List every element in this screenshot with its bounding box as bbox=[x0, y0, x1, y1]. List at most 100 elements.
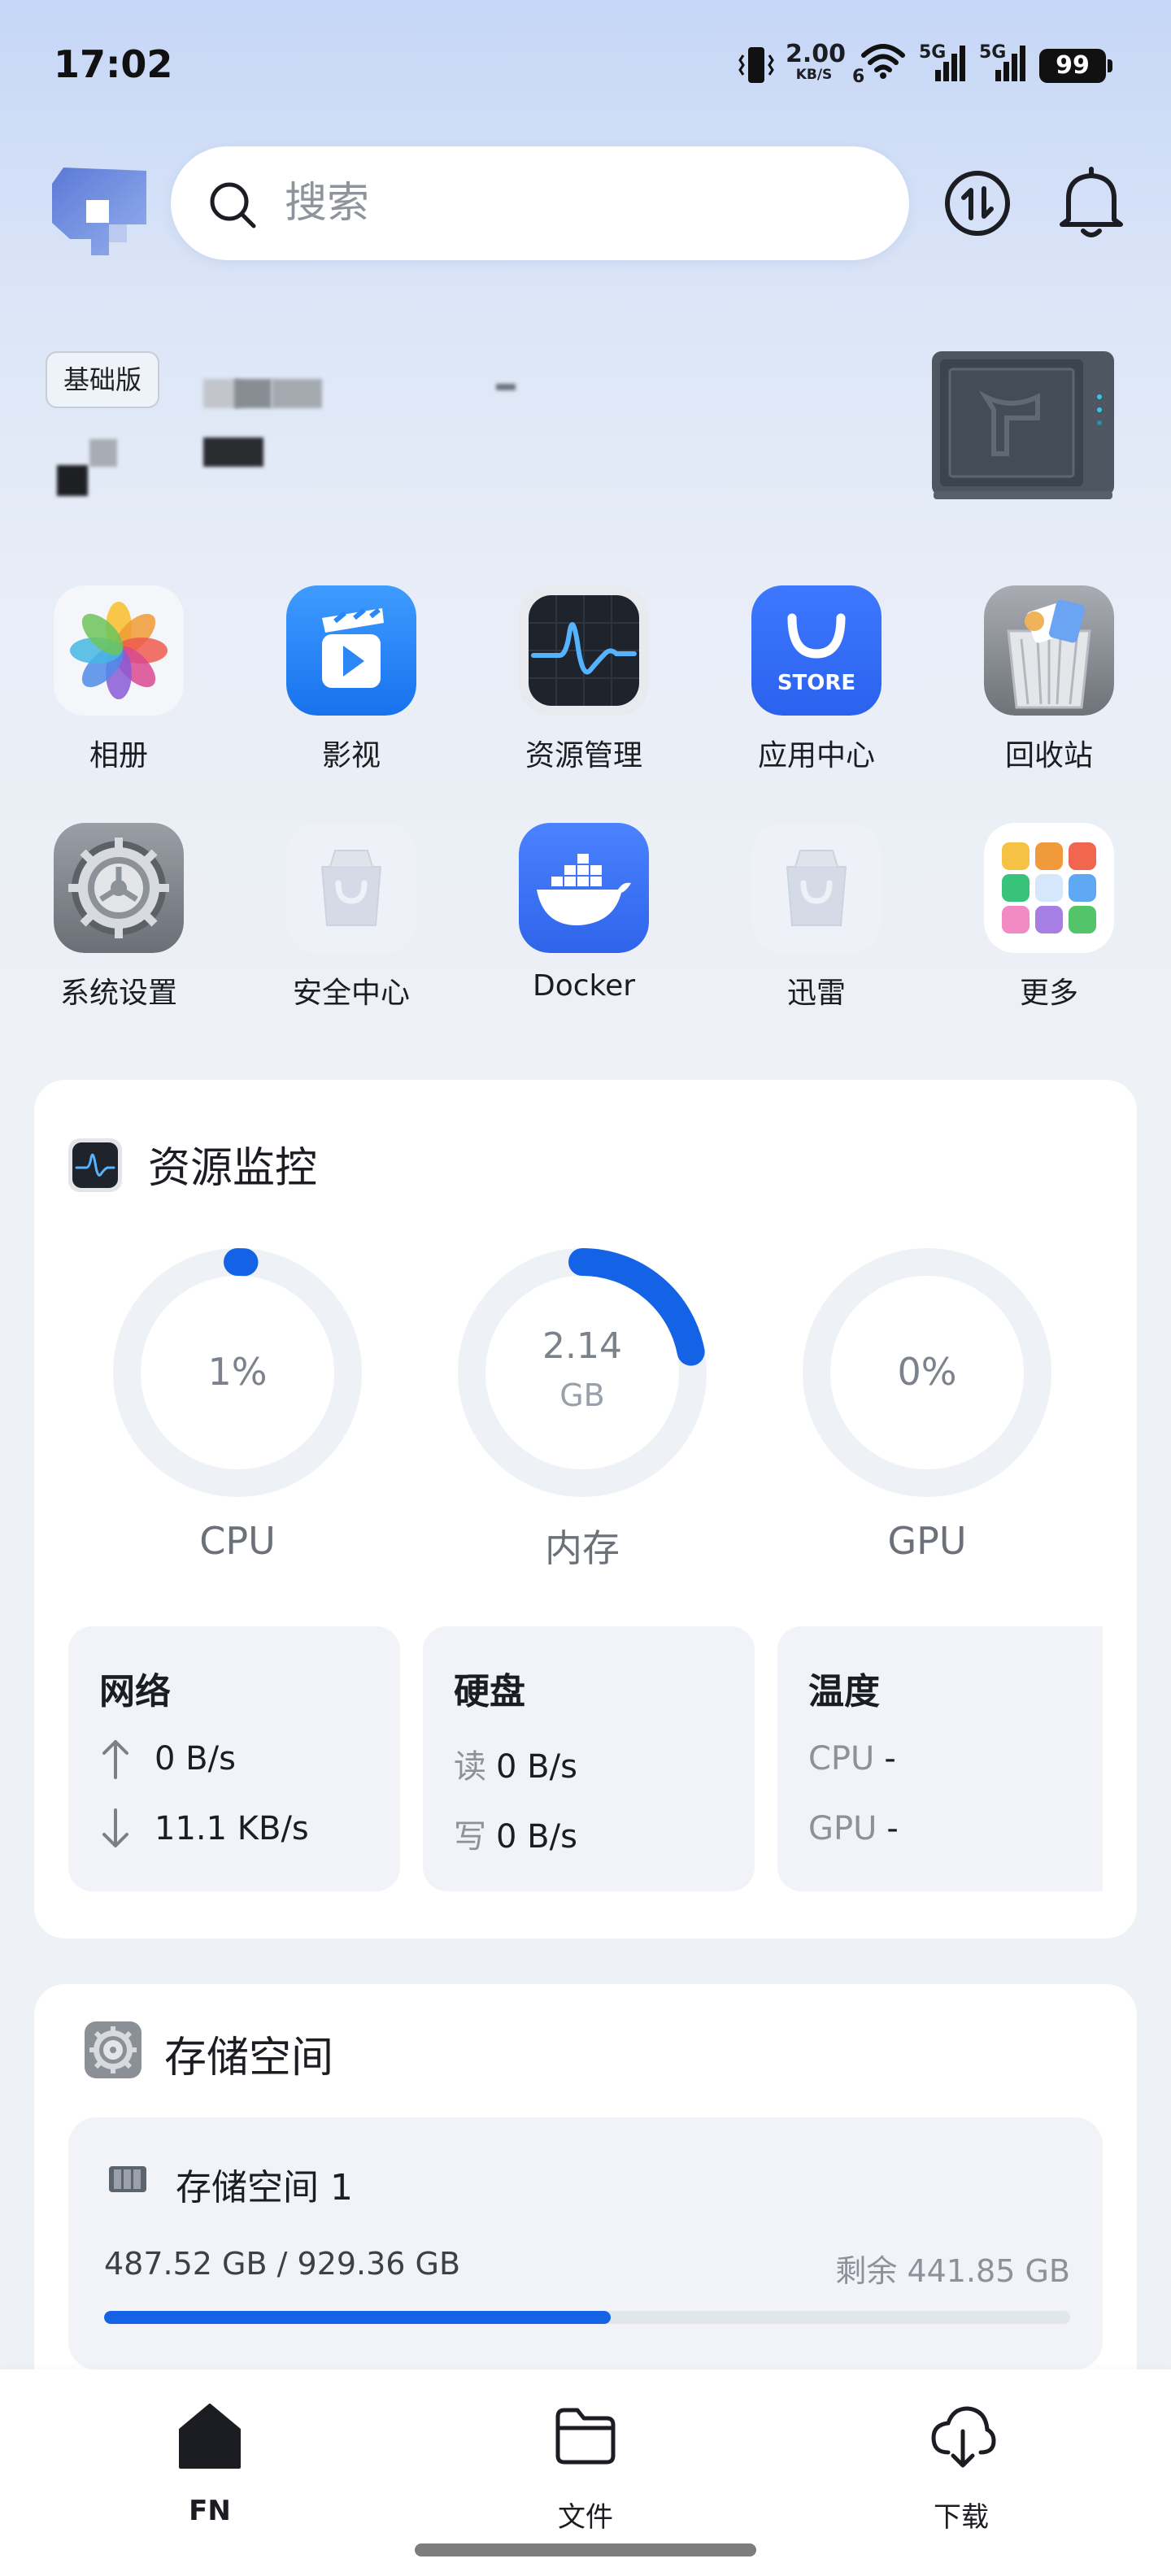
network-tile[interactable]: 网络 0 B/s 11.1 KB/s bbox=[68, 1626, 400, 1891]
settings-gear-icon bbox=[54, 823, 184, 953]
shopping-bag-icon bbox=[286, 823, 416, 953]
network-download: 11.1 KB/s bbox=[155, 1810, 309, 1847]
nav-label: 文件 bbox=[558, 2501, 613, 2534]
home-icon bbox=[179, 2404, 241, 2469]
storage-pool-name: 存储空间 1 bbox=[176, 2167, 353, 2208]
app-label: 相册 bbox=[89, 739, 148, 772]
search-input[interactable] bbox=[285, 174, 870, 233]
temperature-cpu-label: CPU bbox=[808, 1740, 875, 1778]
network-speed-unit: KB/S bbox=[795, 67, 833, 83]
temperature-title: 温度 bbox=[808, 1671, 880, 1712]
status-time: 17:02 bbox=[54, 42, 173, 86]
app-label: 安全中心 bbox=[292, 977, 410, 1010]
temperature-gpu-value: - bbox=[886, 1810, 899, 1847]
gauge-label: 内存 bbox=[545, 1526, 620, 1570]
signal-icon bbox=[995, 46, 1025, 81]
app-label: 应用中心 bbox=[757, 739, 875, 772]
temperature-gpu-row: GPU - bbox=[808, 1810, 899, 1847]
gauge-label: GPU bbox=[887, 1519, 967, 1563]
app-label: Docker bbox=[532, 969, 636, 1003]
vibrate-icon bbox=[738, 47, 774, 83]
app-store[interactable]: STORE 应用中心 bbox=[727, 585, 906, 797]
gauge-label: CPU bbox=[199, 1519, 276, 1563]
plan-badge: 基础版 bbox=[46, 351, 160, 408]
nav-download[interactable]: 下载 bbox=[864, 2402, 1059, 2534]
signal-icon bbox=[935, 46, 965, 81]
disk-write-value: 0 B/s bbox=[496, 1818, 577, 1856]
resource-monitor-card[interactable]: 资源监控 1% CPU 2.14 GB 内存 0% GPU 网络 0 B/s 1… bbox=[34, 1080, 1137, 1939]
download-icon bbox=[931, 2406, 996, 2468]
app-label: 迅雷 bbox=[786, 977, 846, 1010]
app-video[interactable]: 影视 bbox=[262, 585, 441, 797]
gauge-value: 2.14 bbox=[542, 1325, 622, 1367]
app-more[interactable]: 更多 bbox=[960, 823, 1138, 1034]
wifi-icon bbox=[861, 44, 905, 79]
storage-pool[interactable]: 存储空间 1 487.52 GB / 929.36 GB 剩余 441.85 G… bbox=[68, 2117, 1103, 2369]
temperature-cpu-value: - bbox=[884, 1740, 896, 1778]
search-icon bbox=[210, 182, 256, 228]
network-title: 网络 bbox=[99, 1671, 171, 1712]
nav-files[interactable]: 文件 bbox=[488, 2402, 683, 2534]
home-indicator bbox=[415, 2543, 756, 2556]
gauge-unit: GB bbox=[559, 1377, 605, 1413]
store-icon: STORE bbox=[751, 585, 882, 716]
nas-device-image[interactable] bbox=[929, 348, 1117, 503]
search-bar[interactable] bbox=[171, 146, 909, 260]
app-security-center[interactable]: 安全中心 bbox=[262, 823, 441, 1034]
gpu-gauge: 0% bbox=[800, 1246, 1054, 1499]
store-icon-text: STORE bbox=[777, 671, 855, 695]
app-label: 回收站 bbox=[1004, 739, 1093, 772]
resource-monitor-title: 资源监控 bbox=[148, 1144, 318, 1193]
gauge-value: 0% bbox=[897, 1350, 957, 1394]
temperature-tile[interactable]: 温度 CPU - GPU - bbox=[777, 1626, 1103, 1891]
transfer-icon[interactable] bbox=[943, 169, 1012, 237]
disk-read-value: 0 B/s bbox=[496, 1748, 577, 1786]
storage-progress-bar bbox=[104, 2311, 1070, 2324]
folder-icon bbox=[555, 2408, 616, 2465]
app-label: 系统设置 bbox=[59, 977, 177, 1010]
arrow-down-icon bbox=[102, 1808, 128, 1847]
temperature-gpu-label: GPU bbox=[808, 1810, 877, 1847]
battery-indicator: 99 bbox=[1039, 49, 1112, 83]
disk-write-label: 写 bbox=[454, 1818, 486, 1856]
memory-gauge: 2.14 GB bbox=[455, 1246, 709, 1499]
app-xunlei[interactable]: 迅雷 bbox=[727, 823, 906, 1034]
storage-usage: 487.52 GB / 929.36 GB bbox=[104, 2246, 461, 2282]
network-speed: 2.00 KB/S bbox=[786, 40, 847, 83]
storage-settings-icon bbox=[85, 2021, 141, 2078]
network-speed-value: 2.00 bbox=[786, 40, 847, 68]
arrow-up-icon bbox=[102, 1740, 128, 1779]
storage-progress-fill bbox=[104, 2311, 612, 2324]
nav-label: FN bbox=[189, 2495, 231, 2527]
docker-icon bbox=[519, 823, 649, 953]
video-icon bbox=[286, 585, 416, 716]
bell-icon[interactable] bbox=[1057, 166, 1125, 241]
activity-monitor-icon bbox=[519, 585, 649, 716]
app-trash[interactable]: 回收站 bbox=[960, 585, 1138, 797]
app-settings[interactable]: 系统设置 bbox=[29, 823, 208, 1034]
shopping-bag-icon bbox=[751, 823, 882, 953]
disk-read-row: 读 0 B/s bbox=[454, 1740, 577, 1787]
temperature-cpu-row: CPU - bbox=[808, 1740, 896, 1778]
storage-free: 剩余 441.85 GB bbox=[835, 2253, 1070, 2289]
photos-icon bbox=[54, 585, 184, 716]
app-logo[interactable] bbox=[46, 159, 150, 263]
network-upload: 0 B/s bbox=[155, 1740, 236, 1778]
app-photos[interactable]: 相册 bbox=[29, 585, 208, 797]
app-docker[interactable]: Docker bbox=[494, 823, 673, 1034]
storage-title: 存储空间 bbox=[164, 2034, 334, 2082]
app-grid-icon bbox=[984, 823, 1114, 953]
disk-array-icon bbox=[109, 2166, 146, 2192]
activity-monitor-icon bbox=[68, 1138, 122, 1192]
disk-read-label: 读 bbox=[454, 1748, 486, 1786]
disk-tile[interactable]: 硬盘 读 0 B/s 写 0 B/s bbox=[423, 1626, 755, 1891]
nav-fn[interactable]: FN bbox=[112, 2402, 307, 2527]
app-label: 更多 bbox=[1019, 977, 1078, 1010]
trash-icon bbox=[984, 585, 1114, 716]
app-resource-manager[interactable]: 资源管理 bbox=[494, 585, 673, 797]
nav-label: 下载 bbox=[934, 2501, 989, 2534]
disk-title: 硬盘 bbox=[454, 1671, 525, 1712]
app-label: 影视 bbox=[321, 739, 381, 772]
app-label: 资源管理 bbox=[525, 739, 642, 772]
cpu-gauge: 1% bbox=[111, 1246, 364, 1499]
